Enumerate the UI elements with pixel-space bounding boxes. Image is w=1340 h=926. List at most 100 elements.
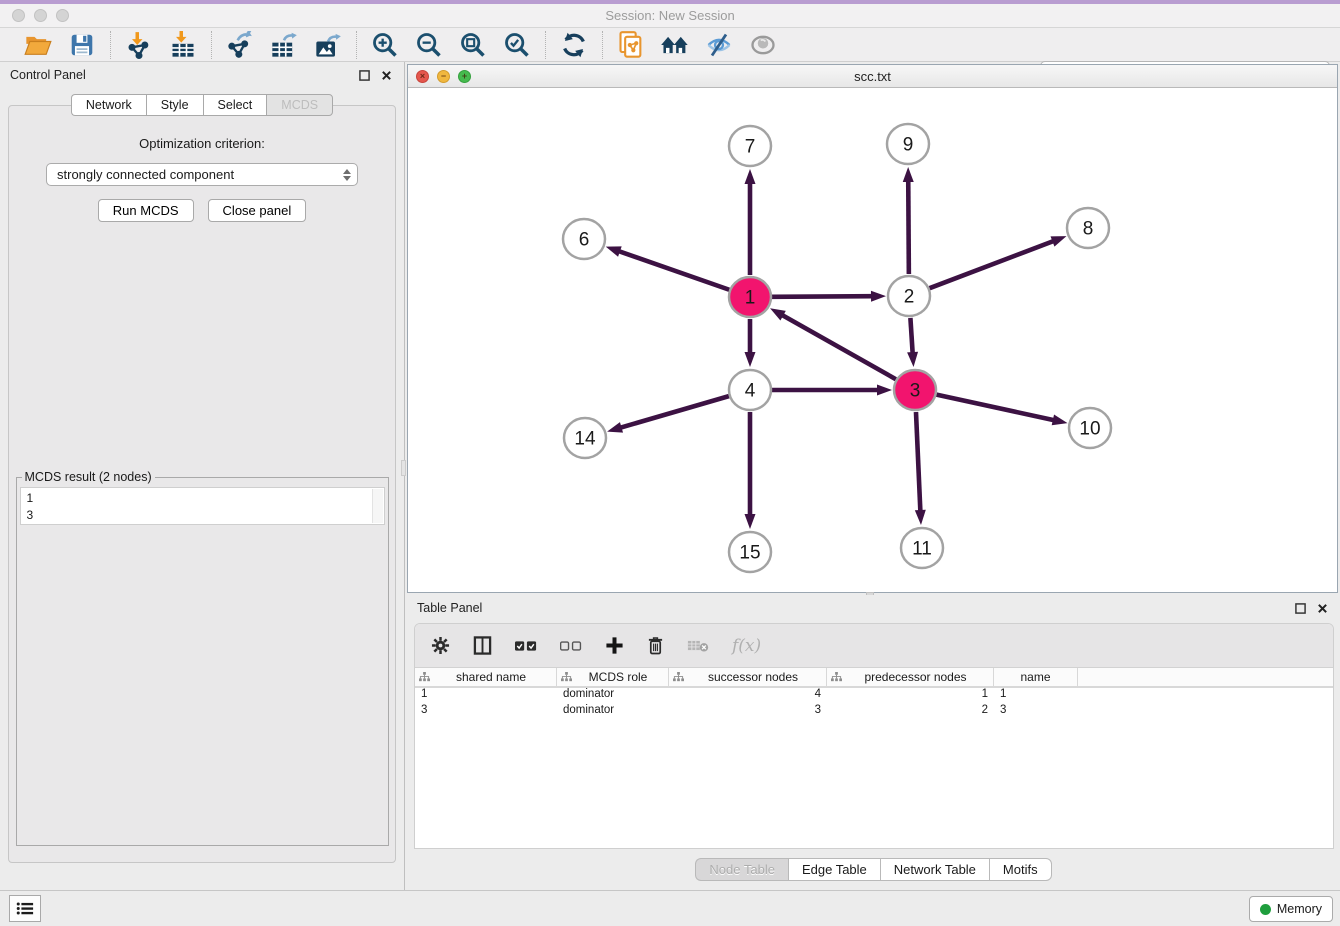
graph-edge-2-8[interactable] xyxy=(930,241,1055,288)
close-panel-button[interactable]: Close panel xyxy=(208,199,307,222)
graph-edge-3-1[interactable] xyxy=(781,315,895,380)
add-column-icon[interactable] xyxy=(605,636,624,655)
close-panel-icon[interactable] xyxy=(378,67,394,83)
tab-mcds[interactable]: MCDS xyxy=(266,94,333,116)
cell-MCDS-role[interactable]: dominator xyxy=(557,688,669,704)
control-panel-tabs: NetworkStyleSelectMCDS xyxy=(0,94,404,116)
tab-node-table[interactable]: Node Table xyxy=(695,858,788,881)
graph-node-label-7: 7 xyxy=(745,137,756,158)
import-table-icon[interactable] xyxy=(168,30,198,60)
app-title: Session: New Session xyxy=(0,8,1340,23)
graph-edge-3-11[interactable] xyxy=(916,412,920,512)
graph-edge-2-9[interactable] xyxy=(908,180,909,274)
column-header-predecessor-nodes[interactable]: predecessor nodes xyxy=(827,668,994,686)
chevron-updown-icon xyxy=(343,169,351,181)
zoom-fit-icon[interactable] xyxy=(458,30,488,60)
cell-MCDS-role[interactable]: dominator xyxy=(557,704,669,720)
result-scrollbar[interactable] xyxy=(372,489,383,523)
export-network-icon[interactable] xyxy=(225,30,255,60)
network-canvas[interactable]: 7968124314101511 xyxy=(408,88,1337,591)
function-builder-icon[interactable]: f(x) xyxy=(732,636,761,656)
column-header-shared-name[interactable]: shared name xyxy=(415,668,557,686)
cell-shared-name[interactable]: 1 xyxy=(415,688,557,704)
delete-column-icon[interactable] xyxy=(647,636,664,655)
export-image-icon[interactable] xyxy=(313,30,343,60)
arrowhead-icon xyxy=(606,246,622,256)
memory-button-label: Memory xyxy=(1277,902,1322,916)
criterion-dropdown[interactable]: strongly connected component xyxy=(46,163,358,186)
graph-edge-4-14[interactable] xyxy=(620,396,729,428)
graph-edge-2-3[interactable] xyxy=(910,318,912,354)
tab-edge-table[interactable]: Edge Table xyxy=(788,858,880,881)
table-panel-tabs: Node TableEdge TableNetwork TableMotifs xyxy=(407,858,1340,881)
cell-predecessor-nodes[interactable]: 1 xyxy=(827,688,994,704)
task-history-button[interactable] xyxy=(9,895,41,922)
open-session-icon[interactable] xyxy=(23,30,53,60)
zoom-in-icon[interactable] xyxy=(370,30,400,60)
graph-edge-1-2[interactable] xyxy=(772,296,873,297)
arrowhead-icon xyxy=(745,352,756,367)
clear-all-checks-icon[interactable] xyxy=(560,640,582,652)
table-row[interactable]: 3dominator323 xyxy=(415,704,1333,720)
column-header-name[interactable]: name xyxy=(994,668,1078,686)
graph-node-label-3: 3 xyxy=(910,381,921,402)
tab-motifs[interactable]: Motifs xyxy=(989,858,1052,881)
network-window-titlebar[interactable]: × − + scc.txt xyxy=(408,65,1337,88)
import-network-icon[interactable] xyxy=(124,30,154,60)
tab-select[interactable]: Select xyxy=(203,94,267,116)
cell-name[interactable]: 1 xyxy=(994,688,1078,704)
zoom-out-icon[interactable] xyxy=(414,30,444,60)
arrowhead-icon xyxy=(1051,236,1067,246)
run-mcds-button[interactable]: Run MCDS xyxy=(98,199,194,222)
cell-successor-nodes[interactable]: 4 xyxy=(669,688,827,704)
vertical-splitter-handle[interactable] xyxy=(401,460,406,476)
arrowhead-icon xyxy=(903,167,914,182)
memory-button[interactable]: Memory xyxy=(1249,896,1333,922)
export-table-icon[interactable] xyxy=(269,30,299,60)
show-columns-icon[interactable] xyxy=(473,636,492,655)
graph-edge-3-10[interactable] xyxy=(936,395,1054,421)
network-window-title: scc.txt xyxy=(408,69,1337,84)
column-label: shared name xyxy=(430,670,552,684)
settings-icon[interactable] xyxy=(431,636,450,655)
graph-node-label-1: 1 xyxy=(745,288,756,309)
refresh-layout-icon[interactable] xyxy=(559,30,589,60)
arrowhead-icon xyxy=(745,169,756,184)
close-table-panel-icon[interactable] xyxy=(1314,600,1330,616)
cell-shared-name[interactable]: 3 xyxy=(415,704,557,720)
mcds-result-text[interactable]: 1 3 xyxy=(20,487,385,525)
save-session-icon[interactable] xyxy=(67,30,97,60)
graph-node-label-4: 4 xyxy=(745,381,756,402)
mcds-result-lines: 1 3 xyxy=(27,491,34,522)
cell-name[interactable]: 3 xyxy=(994,704,1078,720)
list-icon xyxy=(16,901,34,916)
float-table-panel-icon[interactable] xyxy=(1292,600,1308,616)
tab-style[interactable]: Style xyxy=(146,94,203,116)
cell-successor-nodes[interactable]: 3 xyxy=(669,704,827,720)
graph-edge-1-6[interactable] xyxy=(618,251,729,290)
optimization-criterion-label: Optimization criterion: xyxy=(139,136,265,151)
tab-network-table[interactable]: Network Table xyxy=(880,858,989,881)
cell-predecessor-nodes[interactable]: 2 xyxy=(827,704,994,720)
table-row[interactable]: 1dominator411 xyxy=(415,688,1333,704)
hide-selected-icon[interactable] xyxy=(704,30,734,60)
zoom-selected-icon[interactable] xyxy=(502,30,532,60)
clone-network-icon[interactable] xyxy=(616,30,646,60)
float-panel-icon[interactable] xyxy=(356,67,372,83)
network-view-window: × − + scc.txt 7968124314101511 xyxy=(407,64,1338,593)
select-all-checks-icon[interactable] xyxy=(515,640,537,652)
column-header-successor-nodes[interactable]: successor nodes xyxy=(669,668,827,686)
column-type-icon xyxy=(419,672,430,683)
network-overview-icon[interactable] xyxy=(660,30,690,60)
graph-node-label-6: 6 xyxy=(579,230,590,251)
app-titlebar: Session: New Session xyxy=(0,4,1340,28)
column-header-MCDS-role[interactable]: MCDS role xyxy=(557,668,669,686)
show-all-icon[interactable] xyxy=(748,30,778,60)
arrowhead-icon xyxy=(871,291,886,302)
delete-table-icon[interactable] xyxy=(687,638,709,653)
column-type-icon xyxy=(673,672,684,683)
column-type-icon xyxy=(561,672,572,683)
control-panel: Control Panel NetworkStyleSelectMCDS Opt… xyxy=(0,62,405,890)
table-panel: Table Panel xyxy=(407,595,1340,888)
tab-network[interactable]: Network xyxy=(71,94,146,116)
